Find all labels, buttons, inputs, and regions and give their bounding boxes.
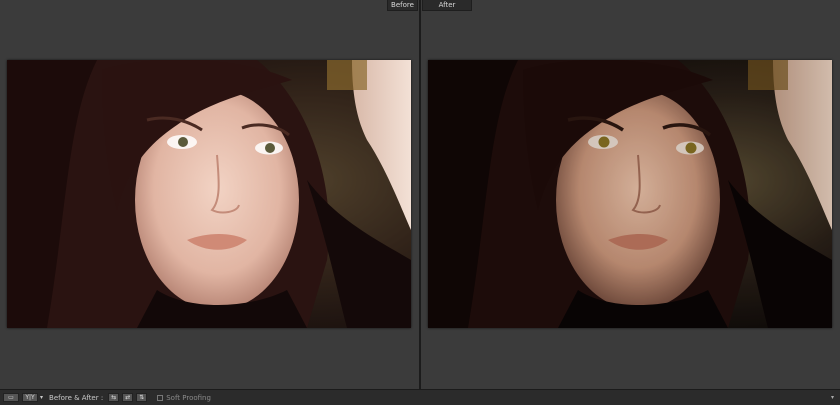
before-portrait-image (7, 60, 411, 328)
soft-proofing-label: Soft Proofing (166, 393, 211, 402)
before-pane-label: Before (387, 0, 418, 11)
swap-before-after-icon[interactable]: ⇅ (136, 393, 148, 402)
bottom-toolbar: ▭ Y|Y ▾ Before & After : ⇆ ⇄ ⇅ Soft Proo… (0, 389, 840, 405)
view-mode-dropdown-icon[interactable]: ▾ (40, 394, 43, 401)
after-photo[interactable] (428, 60, 832, 328)
copy-before-to-after-icon[interactable]: ⇆ (108, 393, 120, 402)
before-photo[interactable] (7, 60, 411, 328)
after-portrait-image (428, 60, 832, 328)
compare-divider[interactable] (419, 0, 421, 389)
before-after-view-button[interactable]: Y|Y (22, 393, 38, 402)
toolbar-options-dropdown-icon[interactable]: ▾ (831, 394, 834, 401)
soft-proofing-checkbox[interactable] (157, 394, 164, 401)
before-after-label: Before & After : (49, 393, 104, 402)
compare-workspace: Before After (0, 0, 840, 389)
loupe-view-icon[interactable]: ▭ (3, 393, 19, 402)
after-pane-label: After (422, 0, 472, 11)
copy-after-to-before-icon[interactable]: ⇄ (122, 393, 134, 402)
